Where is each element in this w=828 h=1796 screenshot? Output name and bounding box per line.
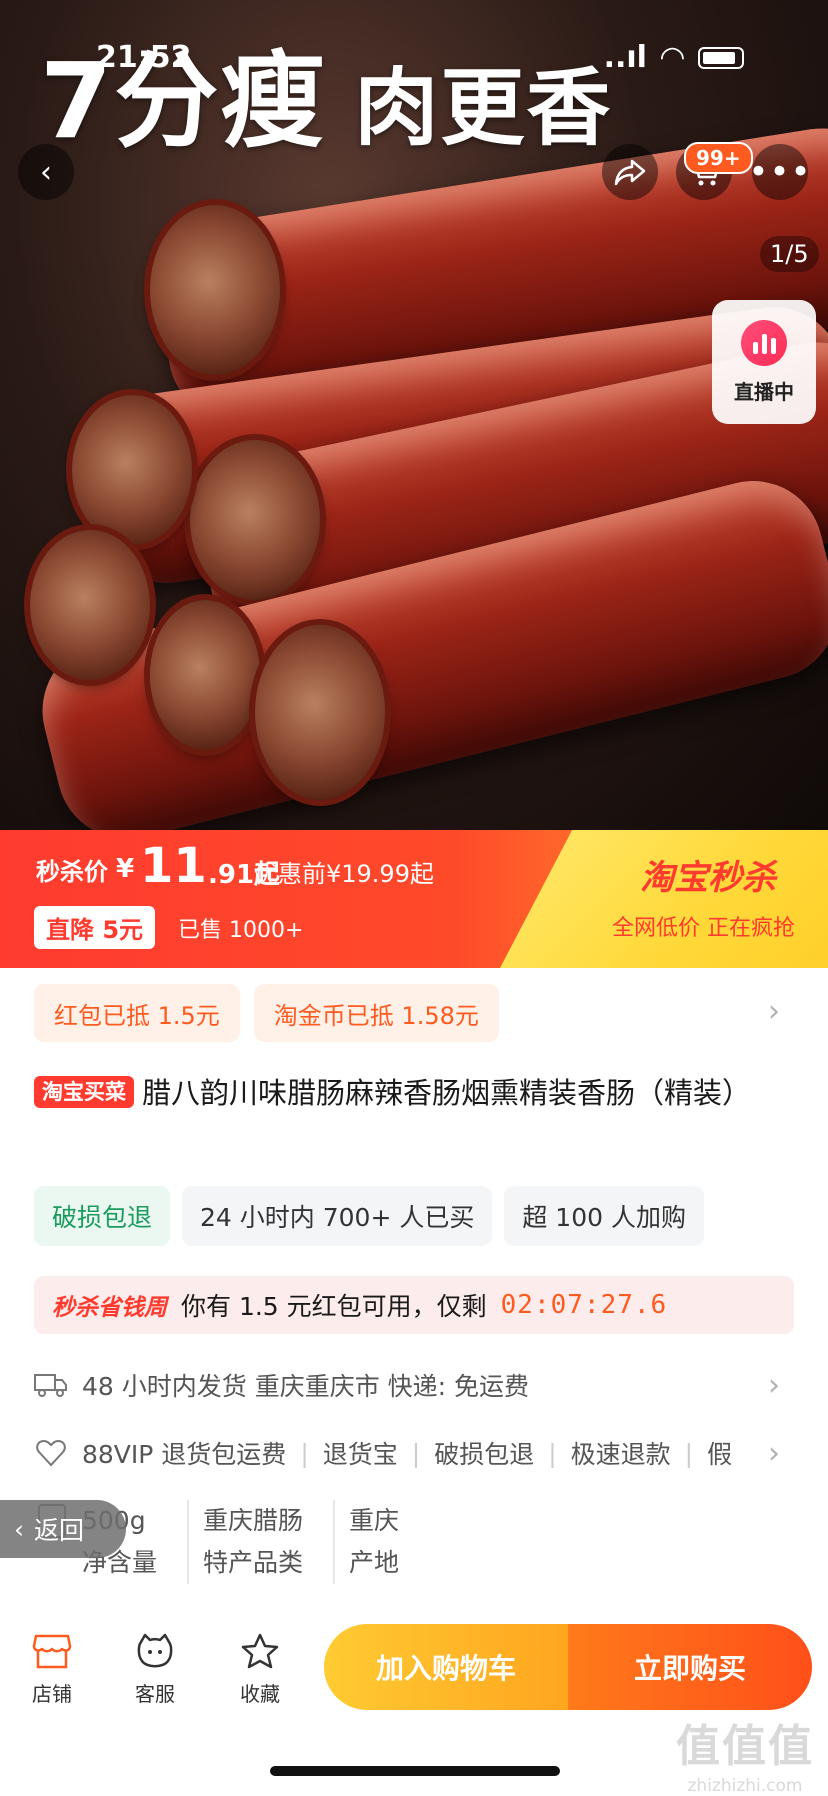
- sausage-cut-image: [72, 395, 192, 545]
- currency-symbol: ¥: [116, 854, 135, 884]
- sausage-cut-image: [190, 440, 320, 600]
- countdown-timer: 02:07:27.6: [500, 1290, 668, 1320]
- sausage-cut-image: [255, 625, 385, 800]
- campaign-logo: 淘宝秒杀: [640, 858, 776, 898]
- more-button[interactable]: •••: [748, 144, 811, 200]
- shipping-row[interactable]: 48 小时内发货 重庆重庆市 快递: 免运费: [34, 1360, 794, 1410]
- star-icon: [241, 1633, 279, 1669]
- status-icons: ..ıl ◠: [604, 40, 744, 75]
- channel-tag: 淘宝买菜: [34, 1076, 134, 1108]
- spec-item: 重庆 产地: [349, 1500, 429, 1584]
- hero-headline: 7分瘦 肉更香: [40, 16, 612, 167]
- product-image-carousel[interactable]: 7分瘦 肉更香 21:52 ..ıl ◠ ‹ 99+ ••• 1/5 直播中: [0, 0, 828, 830]
- service-fast-refund: 极速退款: [570, 1440, 671, 1469]
- chevron-left-icon: ‹: [40, 154, 52, 190]
- save-week-logo: 秒杀省钱周: [52, 1295, 167, 1321]
- campaign-subtitle: 全网低价 正在疯抢: [612, 916, 795, 941]
- spec-item: 重庆腊肠 特产品类: [203, 1500, 336, 1584]
- favorite-label: 收藏: [240, 1682, 280, 1706]
- services-row[interactable]: 88VIP 退货包运费 | 退货宝 | 破损包退 | 极速退款 | 假: [34, 1428, 794, 1478]
- heart-shield-icon: [34, 1436, 68, 1470]
- buy-now-button[interactable]: 立即购买: [568, 1624, 812, 1710]
- flash-price-label: 秒杀价: [36, 858, 108, 886]
- sausage-cut-image: [30, 530, 150, 680]
- customer-service-label: 客服: [135, 1682, 175, 1706]
- purchase-buttons: 加入购物车 立即购买: [324, 1624, 812, 1710]
- coupon-list[interactable]: 红包已抵 1.5元 淘金币已抵 1.58元: [34, 984, 499, 1042]
- sausage-cut-image: [150, 600, 260, 750]
- service-damage-refund: 破损包退: [434, 1440, 535, 1469]
- price-drop-badge: 直降 5元: [34, 906, 156, 949]
- shop-label: 店铺: [32, 1682, 72, 1706]
- coupon-gold-coin[interactable]: 淘金币已抵 1.58元: [253, 984, 499, 1042]
- cart-count-badge: 99+: [684, 142, 753, 174]
- chevron-right-icon[interactable]: ›: [768, 1368, 780, 1403]
- spec-key: 产地: [349, 1548, 400, 1577]
- save-strip-text: 你有 1.5 元红包可用，仅剩: [181, 1292, 487, 1321]
- watermark-url: zhizhizhi.com: [687, 1776, 803, 1796]
- customer-service-icon: [137, 1633, 173, 1668]
- truck-icon: [34, 1368, 68, 1402]
- spec-list[interactable]: 500g 净含量 重庆腊肠 特产品类 重庆 产地: [82, 1500, 443, 1584]
- chevron-right-icon[interactable]: ›: [768, 1436, 780, 1471]
- spec-key: 特产品类: [203, 1548, 304, 1577]
- service-more: 假: [707, 1440, 733, 1469]
- product-title: 淘宝买菜 腊八韵川味腊肠麻辣香肠烟熏精装香肠（精装）: [34, 1070, 794, 1116]
- add-to-cart-button[interactable]: 加入购物车: [324, 1624, 568, 1710]
- signal-icon: ..ıl: [603, 40, 647, 75]
- live-label: 直播中: [734, 379, 794, 404]
- watermark-logo: 值值值: [676, 1721, 814, 1772]
- live-stream-entry[interactable]: 直播中: [712, 300, 816, 424]
- price-integer: 11: [140, 838, 207, 894]
- image-pager: 1/5: [760, 236, 819, 272]
- service-vip-return: 88VIP 退货包运费: [82, 1440, 287, 1469]
- floating-back-label: 返回: [34, 1516, 85, 1545]
- service-return-insurance: 退货宝: [322, 1440, 398, 1469]
- save-money-strip[interactable]: 秒杀省钱周 你有 1.5 元红包可用，仅剩 02:07:27.6: [34, 1276, 794, 1334]
- share-icon: [614, 159, 646, 186]
- sold-count: 已售 1000+: [178, 918, 304, 943]
- more-dots-icon: •••: [748, 152, 812, 192]
- customer-service-button[interactable]: 客服: [115, 1632, 195, 1707]
- shipping-text: 48 小时内发货 重庆重庆市 快递: 免运费: [82, 1372, 530, 1401]
- home-indicator: [270, 1766, 560, 1776]
- chevron-left-icon: ‹: [14, 1514, 24, 1544]
- live-bars-icon: [741, 319, 787, 366]
- back-button[interactable]: ‹: [18, 144, 74, 200]
- chevron-right-icon[interactable]: ›: [768, 994, 780, 1029]
- wifi-icon: ◠: [660, 40, 684, 75]
- tag-added-cart: 超 100 人加购: [504, 1186, 704, 1246]
- tag-damage-refund: 破损包退: [34, 1186, 171, 1246]
- original-price: 优惠前¥19.99起: [254, 860, 434, 888]
- product-title-text: 腊八韵川味腊肠麻辣香肠烟熏精装香肠（精装）: [142, 1076, 752, 1110]
- share-button[interactable]: [602, 144, 658, 200]
- tag-bought-24h: 24 小时内 700+ 人已买: [182, 1186, 493, 1246]
- sausage-cut-image: [150, 205, 280, 375]
- product-tags: 破损包退 24 小时内 700+ 人已买 超 100 人加购: [34, 1186, 704, 1246]
- coupon-red-packet[interactable]: 红包已抵 1.5元: [34, 984, 240, 1042]
- flash-sale-banner: 秒杀价 ¥ 11 .91起 优惠前¥19.99起 直降 5元 已售 1000+ …: [0, 830, 828, 968]
- spec-value: 重庆: [349, 1506, 400, 1535]
- status-time: 21:52: [96, 40, 192, 75]
- battery-icon: [698, 46, 744, 69]
- favorite-button[interactable]: 收藏: [220, 1632, 300, 1707]
- watermark: 值值值 zhizhizhi.com: [676, 1710, 814, 1796]
- spec-value: 重庆腊肠: [203, 1506, 304, 1535]
- shop-icon: [32, 1634, 72, 1669]
- shop-button[interactable]: 店铺: [12, 1632, 92, 1707]
- floating-back-button[interactable]: ‹ 返回: [0, 1500, 126, 1558]
- hero-headline-small: 肉更香: [354, 59, 613, 157]
